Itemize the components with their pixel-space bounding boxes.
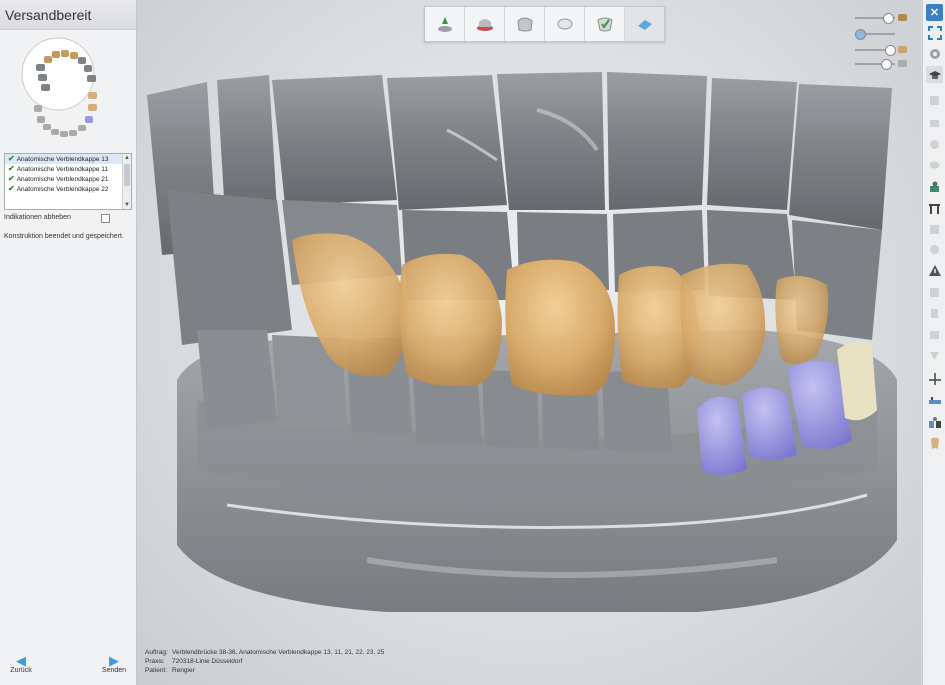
list-item[interactable]: ✔ Anatomische Verblendkappe 11 (5, 164, 131, 174)
fit-view-icon (927, 25, 942, 40)
model-icon (516, 17, 533, 32)
patient-value: Rengier (172, 667, 195, 674)
ruler-icon (928, 396, 941, 404)
cross-section-icon (928, 372, 941, 385)
tool-11-icon (930, 331, 939, 339)
cross-section-button[interactable] (926, 370, 943, 387)
3d-viewport[interactable]: Auftrag: Verblendbrücke 38-36, Anatomisch… (137, 0, 921, 685)
tool-button[interactable] (926, 326, 943, 343)
list-item[interactable]: ✔ Anatomische Verblendkappe 22 (5, 184, 131, 194)
rotate-icon (929, 48, 940, 59)
scroll-down-icon[interactable]: ▼ (123, 201, 131, 209)
tool-button[interactable] (926, 221, 943, 238)
tool-button[interactable] (926, 136, 943, 153)
tool-button[interactable] (926, 284, 943, 301)
tool-button[interactable] (926, 200, 943, 217)
back-button[interactable]: ◀ Zurück (6, 653, 36, 674)
workflow-toolbar (424, 6, 665, 42)
check-icon: ✔ (8, 174, 15, 183)
tool-button[interactable] (926, 156, 943, 173)
tool-button[interactable] (926, 92, 943, 109)
order-info: Auftrag: Verblendbrücke 38-36, Anatomisch… (145, 649, 385, 674)
close-icon: ✕ (929, 7, 940, 19)
indications-lift-label: Indikationen abheben (4, 214, 71, 221)
slider-knob[interactable] (885, 45, 896, 56)
close-view-button[interactable]: ✕ (926, 4, 943, 21)
lower-jaw-icon (898, 46, 907, 53)
tool-12-icon (930, 352, 939, 360)
tool-6-icon (929, 204, 940, 214)
dental-model-render[interactable] (137, 0, 921, 685)
tool-5-icon (930, 181, 939, 192)
compare-icon (928, 416, 941, 428)
rotate-button[interactable] (926, 45, 943, 62)
tool-3-icon (930, 140, 939, 149)
tool-button[interactable] (926, 305, 943, 322)
warning-icon (928, 265, 941, 276)
scroll-thumb[interactable] (124, 164, 130, 186)
step-design[interactable] (585, 7, 625, 41)
tool-button[interactable] (926, 178, 943, 195)
left-panel: Versandbereit ✔ Anatomische Verblendkapp… (0, 0, 137, 685)
indications-lift-checkbox[interactable] (101, 214, 110, 223)
dental-arch-map[interactable] (18, 34, 113, 146)
tooth-button[interactable] (926, 434, 943, 451)
practice-value: 720318-Linie Düsseldorf (172, 658, 243, 665)
step-scan[interactable] (425, 7, 465, 41)
scroll-up-icon[interactable]: ▲ (123, 154, 131, 162)
check-icon: ✔ (8, 164, 15, 173)
tool-button[interactable] (926, 347, 943, 364)
scan-icon (437, 17, 452, 32)
design-icon (596, 17, 613, 32)
cap-tool-button[interactable] (926, 66, 943, 83)
list-scrollbar[interactable]: ▲ ▼ (122, 154, 131, 209)
list-item[interactable]: ✔ Anatomische Verblendkappe 21 (5, 174, 131, 184)
preparation-icon (476, 19, 493, 31)
tool-button[interactable] (926, 114, 943, 131)
tooth-icon (930, 437, 939, 449)
antagonist-icon (898, 60, 907, 67)
list-item[interactable]: ✔ Anatomische Verblendkappe 13 (5, 154, 131, 164)
indication-list[interactable]: ✔ Anatomische Verblendkappe 13 ✔ Anatomisc… (4, 153, 132, 210)
tool-7-icon (930, 225, 939, 234)
panel-title: Versandbereit (0, 0, 136, 30)
cap-icon (928, 70, 941, 79)
check-icon: ✔ (8, 154, 15, 163)
slider-knob[interactable] (855, 29, 866, 40)
send-button[interactable]: ▶ Senden (99, 653, 129, 674)
tool-4-icon (929, 161, 940, 169)
step-crown[interactable] (545, 7, 585, 41)
tool-8-icon (930, 245, 939, 254)
step-send[interactable] (625, 7, 664, 41)
arrow-left-icon: ◀ (16, 653, 26, 668)
arrow-right-icon: ▶ (109, 653, 119, 668)
check-icon: ✔ (8, 184, 15, 193)
tool-9-icon (930, 288, 939, 297)
slider-knob[interactable] (883, 13, 894, 24)
send-icon (637, 20, 652, 30)
upper-jaw-icon (898, 14, 907, 21)
compare-button[interactable] (926, 414, 943, 431)
slider-knob[interactable] (881, 59, 892, 70)
tool-1-icon (930, 96, 939, 105)
indications-lift-option[interactable]: Indikationen abheben (4, 214, 132, 223)
tool-2-icon (930, 120, 939, 127)
right-toolbar: ✕ (922, 0, 945, 685)
fit-view-button[interactable] (926, 24, 943, 41)
tool-button[interactable] (926, 241, 943, 258)
step-model[interactable] (505, 7, 545, 41)
ruler-button[interactable] (926, 392, 943, 409)
status-message: Konstruktion beendet und gespeichert. (4, 233, 124, 240)
crown-icon (557, 18, 572, 30)
tool-10-icon (931, 309, 938, 318)
order-value: Verblendbrücke 38-36, Anatomische Verble… (172, 649, 385, 656)
step-preparation[interactable] (465, 7, 505, 41)
warning-button[interactable] (926, 262, 943, 279)
